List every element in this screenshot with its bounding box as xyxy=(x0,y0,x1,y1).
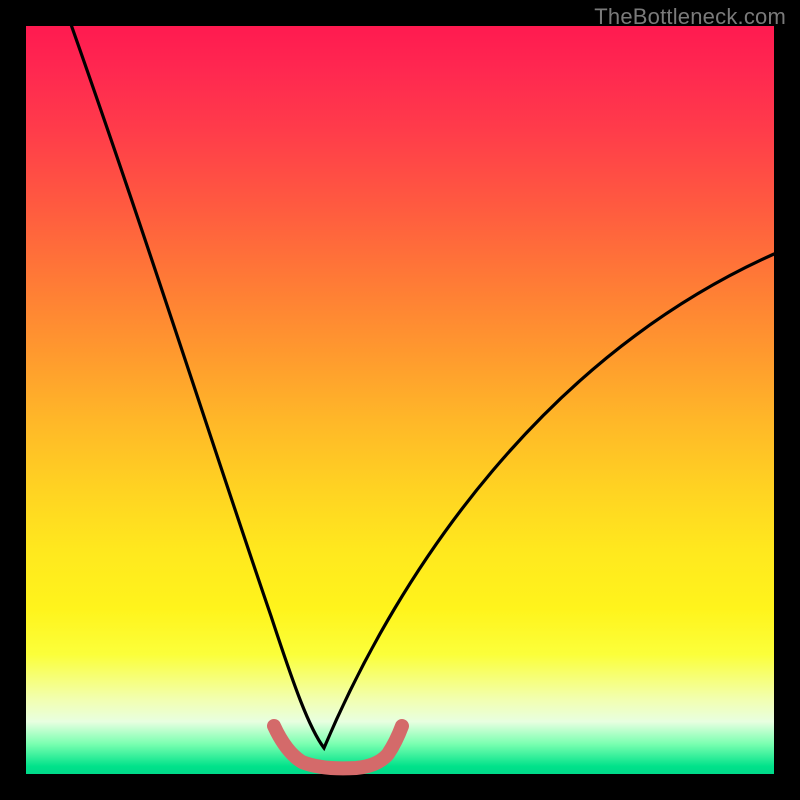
bottleneck-curve xyxy=(68,16,774,748)
curves-layer xyxy=(26,26,774,774)
watermark-text: TheBottleneck.com xyxy=(594,4,786,30)
plot-area xyxy=(26,26,774,774)
optimal-band-marker xyxy=(274,726,402,768)
chart-frame: TheBottleneck.com xyxy=(0,0,800,800)
